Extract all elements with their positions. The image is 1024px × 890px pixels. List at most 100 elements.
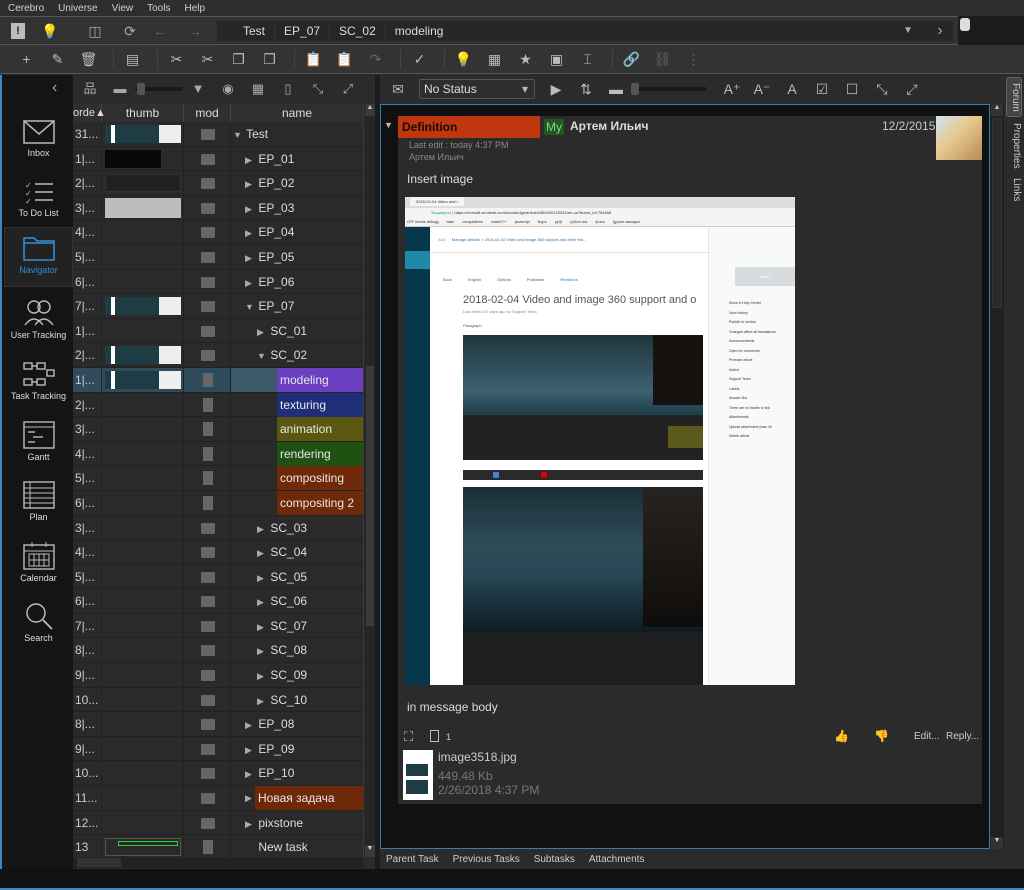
task-name[interactable]: EP_03	[258, 201, 294, 215]
add-icon[interactable]: +	[14, 48, 39, 70]
scroll-thumb[interactable]	[992, 118, 1002, 308]
menu-universe[interactable]: Universe	[58, 3, 97, 14]
collapse-all-icon[interactable]: ⤡	[307, 79, 329, 99]
sidebar-item-plan[interactable]: Plan	[4, 475, 73, 535]
tree-row[interactable]: 7|... ▼ EP_07	[73, 294, 363, 319]
delete-trash-icon[interactable]: 🗑	[76, 48, 101, 70]
task-name[interactable]: rendering	[280, 447, 331, 461]
expand-arrow-icon[interactable]: ▶	[257, 541, 267, 565]
tree-row[interactable]: 4|... rendering	[73, 441, 363, 467]
image-size-icon[interactable]: ▬	[604, 79, 628, 99]
reply-link[interactable]: Reply...	[946, 731, 979, 742]
task-name[interactable]: texturing	[280, 398, 326, 412]
tab-parent-task[interactable]: Parent Task	[386, 851, 439, 869]
tree-row[interactable]: 1|... ▶ EP_01	[73, 146, 363, 172]
task-name[interactable]: SC_10	[270, 693, 307, 707]
expand-arrow-icon[interactable]: ▶	[257, 320, 267, 344]
tree-vertical-scrollbar[interactable]: ▲ ▼	[363, 104, 375, 857]
thumbs-up-icon[interactable]: 👍	[834, 729, 849, 743]
tree-row[interactable]: 6|... ▶ SC_06	[73, 589, 363, 614]
tree-row[interactable]: 2|... texturing	[73, 392, 363, 418]
expand-arrow-icon[interactable]: ▼	[245, 295, 255, 319]
checkmark-icon[interactable]: ✓	[407, 48, 432, 70]
breadcrumb-sc02[interactable]: SC_02	[330, 21, 386, 41]
task-name[interactable]: EP_02	[258, 176, 294, 190]
paste-icon[interactable]: 📋	[301, 48, 326, 70]
thumbnail-size-icon[interactable]: ▬	[109, 79, 131, 99]
expand-arrow-icon[interactable]: ▶	[245, 812, 255, 836]
task-name[interactable]: EP_05	[258, 250, 294, 264]
tab-properties[interactable]: Properties	[1006, 121, 1022, 171]
expand-arrow-icon[interactable]: ▶	[257, 664, 267, 688]
tree-row[interactable]: 3|... animation	[73, 417, 363, 442]
tree-row[interactable]: 10... ▶ EP_10	[73, 761, 363, 787]
expand-arrow-icon[interactable]: ▶	[257, 639, 267, 663]
scroll-thumb[interactable]	[77, 858, 121, 867]
collapse-chevron-icon[interactable]: ‹	[52, 79, 57, 97]
task-name[interactable]: EP_07	[258, 299, 294, 313]
message-author[interactable]: Артем Ильич	[570, 119, 648, 133]
column-thumb[interactable]: thumb	[102, 104, 184, 122]
menu-tools[interactable]: Tools	[147, 3, 170, 14]
expand-arrow-icon[interactable]: ▶	[257, 590, 267, 614]
collapse-message-icon[interactable]: ▼	[384, 120, 393, 130]
export-file-icon[interactable]: ▯	[277, 79, 299, 99]
database-icon[interactable]	[960, 18, 970, 31]
tab-subtasks[interactable]: Subtasks	[534, 851, 575, 869]
sidebar-item-todo[interactable]: ✓ ✓ ✓ To Do List	[4, 173, 73, 233]
tree-row[interactable]: 4|... ▶ SC_04	[73, 540, 363, 565]
breadcrumb-test[interactable]: Test	[217, 21, 276, 41]
expand-arrow-icon[interactable]: ▶	[257, 566, 267, 590]
expand-arrow-icon[interactable]: ▶	[245, 762, 255, 786]
task-name[interactable]: SC_07	[270, 619, 307, 633]
menu-help[interactable]: Help	[184, 3, 205, 14]
breadcrumb-modeling[interactable]: modeling	[386, 21, 453, 41]
tree-row[interactable]: 12... ▶ pixstone	[73, 810, 363, 836]
attachment-file-icon[interactable]	[430, 730, 439, 742]
tree-row[interactable]: 5|... ▶ EP_05	[73, 244, 363, 270]
eye-icon[interactable]: ◉	[217, 79, 239, 99]
task-name[interactable]: EP_04	[258, 225, 294, 239]
task-name[interactable]: EP_08	[258, 717, 294, 731]
scroll-up-icon[interactable]: ▲	[365, 104, 375, 116]
expand-arrow-icon[interactable]: ▶	[245, 172, 255, 196]
sidebar-item-calendar[interactable]: Calendar	[4, 536, 73, 596]
task-name[interactable]: SC_08	[270, 643, 307, 657]
expand-arrow-icon[interactable]: ▶	[245, 713, 255, 737]
sidebar-item-navigator[interactable]: Navigator	[4, 227, 73, 287]
tree-horizontal-scrollbar[interactable]	[73, 857, 363, 868]
expand-arrow-icon[interactable]: ▶	[257, 615, 267, 639]
tree-row[interactable]: 5|... ▶ SC_05	[73, 564, 363, 590]
font-decrease-icon[interactable]: A⁻	[750, 79, 774, 99]
task-name[interactable]: pixstone	[258, 816, 303, 830]
task-name[interactable]: EP_01	[258, 152, 294, 166]
author-avatar[interactable]	[936, 116, 982, 160]
paste-special-icon[interactable]: 📋	[332, 48, 357, 70]
split-view-icon[interactable]: ◫	[85, 21, 105, 41]
expand-arrow-icon[interactable]: ▶	[245, 271, 255, 295]
expand-arrow-icon[interactable]: ▶	[245, 786, 255, 810]
task-name[interactable]: animation	[280, 422, 332, 436]
tree-row[interactable]: 2|... ▼ SC_02	[73, 343, 363, 368]
task-name[interactable]: SC_06	[270, 594, 307, 608]
scroll-thumb[interactable]	[366, 366, 374, 626]
edit-pencil-icon[interactable]: ✎	[45, 48, 70, 70]
column-name[interactable]: name	[231, 104, 363, 122]
expand-arrow-icon[interactable]: ▶	[245, 221, 255, 245]
tree-row[interactable]: 1|... ▶ SC_01	[73, 318, 363, 344]
tab-links[interactable]: Links	[1006, 175, 1022, 205]
tree-row[interactable]: 8|... ▶ EP_08	[73, 712, 363, 737]
play-icon[interactable]: ▶	[544, 79, 568, 99]
expand-arrow-icon[interactable]: ▶	[245, 246, 255, 270]
menu-cerebro[interactable]: Cerebro	[8, 3, 44, 14]
batch-icon[interactable]: ▤	[120, 48, 145, 70]
expand-arrow-icon[interactable]: ▶	[245, 197, 255, 221]
task-name[interactable]: SC_02	[270, 348, 307, 362]
tab-forum[interactable]: Forum	[1006, 77, 1022, 117]
task-name[interactable]: SC_03	[270, 521, 307, 535]
alert-book-icon[interactable]: !	[8, 21, 28, 41]
slider-handle[interactable]	[137, 82, 145, 95]
status-select[interactable]: No Status	[419, 79, 535, 99]
refresh-icon[interactable]: ⟳	[120, 21, 140, 41]
tab-attachments[interactable]: Attachments	[589, 851, 645, 869]
